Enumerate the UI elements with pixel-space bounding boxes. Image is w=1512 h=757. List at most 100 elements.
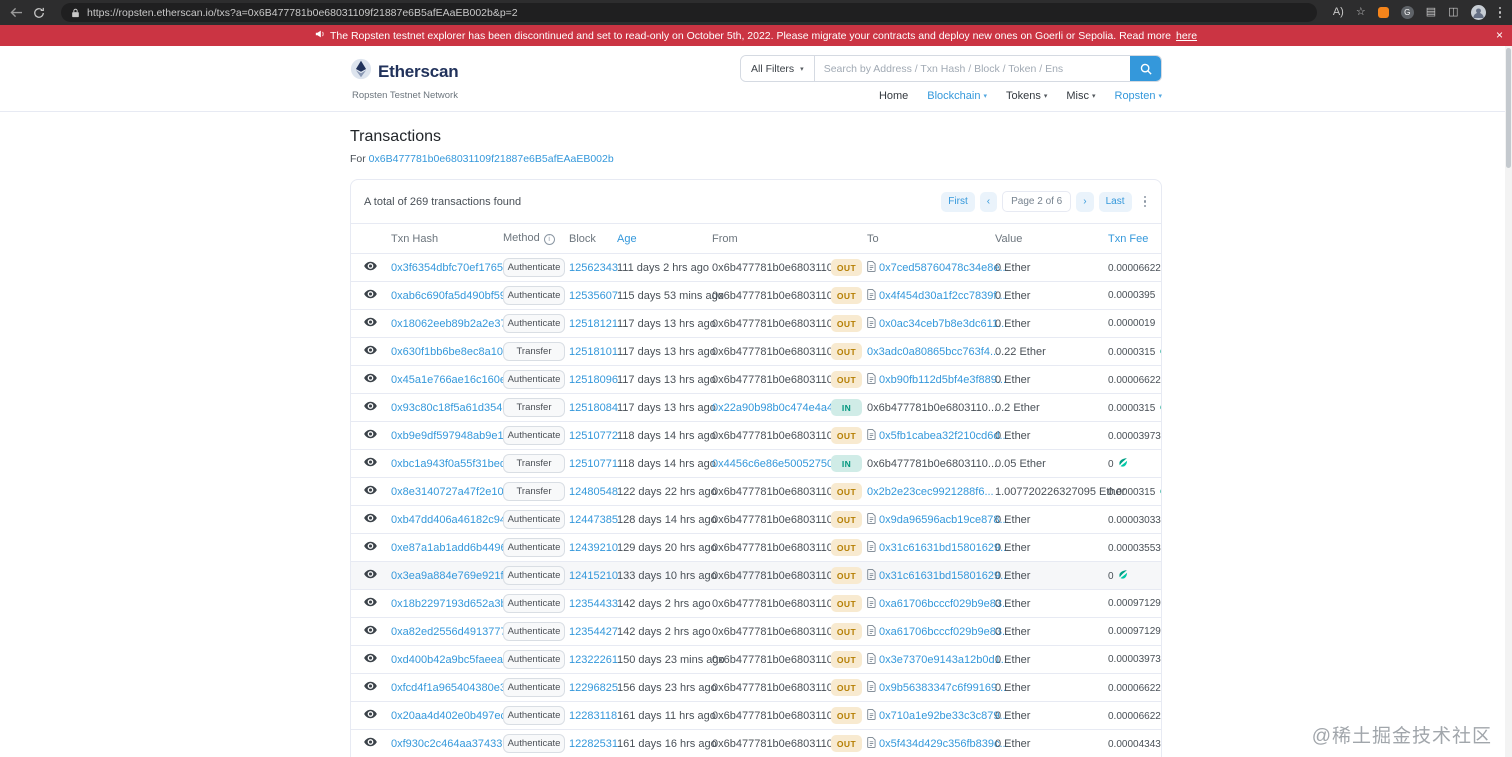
- scrollbar-thumb[interactable]: [1506, 48, 1511, 168]
- txn-hash-link[interactable]: 0x93c80c18f5a61d3546...: [391, 402, 518, 414]
- to-address-link[interactable]: 0x7ced58760478c34e8e...: [879, 262, 1009, 274]
- to-address-link[interactable]: 0x3e7370e9143a12b0d1...: [879, 654, 1010, 666]
- filtered-address-link[interactable]: 0x6B477781b0e68031109f21887e6B5afEAaEB00…: [369, 153, 614, 165]
- to-address-link[interactable]: 0xa61706bcccf029b9e83...: [879, 626, 1011, 638]
- txn-hash-link[interactable]: 0xfcd4f1a965404380e33...: [391, 682, 521, 694]
- to-address-link[interactable]: 0x3adc0a80865bcc763f4...: [867, 346, 999, 358]
- read-aloud-icon[interactable]: A): [1333, 7, 1344, 18]
- block-link[interactable]: 12510772: [569, 430, 618, 442]
- block-link[interactable]: 12518121: [569, 318, 618, 330]
- eye-icon[interactable]: [364, 289, 377, 299]
- txn-hash-link[interactable]: 0xbc1a943f0a55f31bed2...: [391, 458, 521, 470]
- site-info-lock-icon[interactable]: [71, 8, 80, 18]
- metamask-extension-icon[interactable]: [1377, 7, 1389, 18]
- from-address-link[interactable]: 0x4456c6e86e50052750...: [712, 458, 842, 470]
- pagination-prev-button[interactable]: ‹: [979, 191, 998, 212]
- eye-icon[interactable]: [364, 625, 377, 635]
- block-link[interactable]: 12510771: [569, 458, 618, 470]
- block-link[interactable]: 12518096: [569, 374, 618, 386]
- to-address-link[interactable]: 0x9b56383347c6f99169...: [879, 682, 1006, 694]
- eye-icon[interactable]: [364, 513, 377, 523]
- to-address-link[interactable]: 0xa61706bcccf029b9e83...: [879, 598, 1011, 610]
- eye-icon[interactable]: [364, 317, 377, 327]
- block-link[interactable]: 12296825: [569, 682, 618, 694]
- all-filters-dropdown[interactable]: All Filters ▾: [741, 56, 815, 81]
- txn-hash-link[interactable]: 0x20aa4d402e0b497ecb...: [391, 710, 521, 722]
- pagination-next-button[interactable]: ›: [1076, 191, 1094, 212]
- eye-icon[interactable]: [364, 597, 377, 607]
- to-address-link[interactable]: 0x9da96596acb19ce878...: [879, 514, 1009, 526]
- block-link[interactable]: 12562343: [569, 262, 618, 274]
- txn-hash-link[interactable]: 0xf930c2c464aa374336...: [391, 738, 518, 750]
- txn-hash-link[interactable]: 0x3ea9a884e769e921fd...: [391, 570, 519, 582]
- eye-icon[interactable]: [364, 709, 377, 719]
- block-link[interactable]: 12354427: [569, 626, 618, 638]
- from-address-link[interactable]: 0x22a90b98b0c474e4a4...: [712, 402, 842, 414]
- nav-tokens[interactable]: Tokens ▾: [1006, 90, 1047, 102]
- txn-hash-link[interactable]: 0xb47dd406a46182c948...: [391, 514, 521, 526]
- banner-close-icon[interactable]: ×: [1496, 25, 1503, 46]
- block-link[interactable]: 12518101: [569, 346, 618, 358]
- browser-menu-icon[interactable]: [1498, 6, 1503, 20]
- eye-icon[interactable]: [364, 681, 377, 691]
- eye-icon[interactable]: [364, 541, 377, 551]
- eye-icon[interactable]: [364, 457, 377, 467]
- eye-icon[interactable]: [364, 485, 377, 495]
- to-address-link[interactable]: 0x4f454d30a1f2cc7839f...: [879, 290, 1006, 302]
- txn-hash-link[interactable]: 0x8e3140727a47f2e10c...: [391, 486, 518, 498]
- txn-hash-link[interactable]: 0x3f6354dbfc70ef1765a...: [391, 262, 518, 274]
- collections-icon[interactable]: ▤: [1426, 7, 1436, 18]
- col-txn-fee[interactable]: Txn Fee: [1104, 224, 1161, 254]
- eye-icon[interactable]: [364, 401, 377, 411]
- col-age[interactable]: Age: [613, 224, 708, 254]
- txn-hash-link[interactable]: 0x630f1bb6be8ec8a104...: [391, 346, 518, 358]
- nav-network-ropsten[interactable]: Ropsten ▾: [1115, 90, 1163, 102]
- block-link[interactable]: 12322261: [569, 654, 618, 666]
- nav-home[interactable]: Home: [879, 90, 908, 102]
- eye-icon[interactable]: [364, 345, 377, 355]
- search-input[interactable]: [814, 56, 1130, 81]
- refresh-icon[interactable]: [33, 7, 45, 19]
- options-menu-icon[interactable]: [1142, 194, 1149, 210]
- block-link[interactable]: 12354433: [569, 598, 618, 610]
- to-address-link[interactable]: 0x31c61631bd15801629...: [879, 570, 1009, 582]
- nav-blockchain[interactable]: Blockchain ▾: [927, 90, 987, 102]
- to-address-link[interactable]: 0x5f434d429c356fb839c...: [879, 738, 1009, 750]
- pagination-first-button[interactable]: First: [941, 191, 975, 212]
- block-link[interactable]: 12283118: [569, 710, 617, 722]
- eye-icon[interactable]: [364, 261, 377, 271]
- eye-icon[interactable]: [364, 373, 377, 383]
- url-bar[interactable]: https://ropsten.etherscan.io/txs?a=0x6B4…: [61, 3, 1317, 22]
- method-info-icon[interactable]: i: [543, 234, 555, 245]
- txn-hash-link[interactable]: 0xd400b42a9bc5faeeae...: [391, 654, 518, 666]
- txn-hash-link[interactable]: 0x45a1e766ae16c160e4...: [391, 374, 521, 386]
- search-button[interactable]: [1130, 56, 1161, 81]
- eye-icon[interactable]: [364, 737, 377, 747]
- to-address-link[interactable]: 0x710a1e92be33c3c879...: [879, 710, 1009, 722]
- profile-avatar[interactable]: [1470, 5, 1486, 20]
- scrollbar[interactable]: [1505, 46, 1512, 757]
- to-address-link[interactable]: 0xb90fb112d5bf4e3f889...: [879, 374, 1006, 386]
- eye-icon[interactable]: [364, 429, 377, 439]
- block-link[interactable]: 12282531: [569, 738, 618, 750]
- to-address-link[interactable]: 0x31c61631bd15801629...: [879, 542, 1009, 554]
- txn-hash-link[interactable]: 0xb9e9df597948ab9e18...: [391, 430, 519, 442]
- favorites-star-icon[interactable]: ☆: [1356, 7, 1366, 18]
- banner-read-more-link[interactable]: here: [1176, 30, 1197, 42]
- block-link[interactable]: 12535607: [569, 290, 618, 302]
- extension-icon[interactable]: G: [1400, 6, 1414, 19]
- split-screen-icon[interactable]: ◫: [1448, 7, 1458, 18]
- nav-misc[interactable]: Misc ▾: [1066, 90, 1095, 102]
- block-link[interactable]: 12447385: [569, 514, 618, 526]
- block-link[interactable]: 12480548: [569, 486, 618, 498]
- to-address-link[interactable]: 0x0ac34ceb7b8e3dc611...: [879, 318, 1007, 330]
- txn-hash-link[interactable]: 0xab6c690fa5d490bf59f...: [391, 290, 518, 302]
- eye-icon[interactable]: [364, 653, 377, 663]
- to-address-link[interactable]: 0x5fb1cabea32f210cd6d...: [879, 430, 1009, 442]
- block-link[interactable]: 12439210: [569, 542, 618, 554]
- to-address-link[interactable]: 0x2b2e23cec9921288f6...: [867, 486, 994, 498]
- eye-icon[interactable]: [364, 569, 377, 579]
- block-link[interactable]: 12415210: [569, 570, 618, 582]
- pagination-last-button[interactable]: Last: [1098, 191, 1132, 212]
- block-link[interactable]: 12518084: [569, 402, 618, 414]
